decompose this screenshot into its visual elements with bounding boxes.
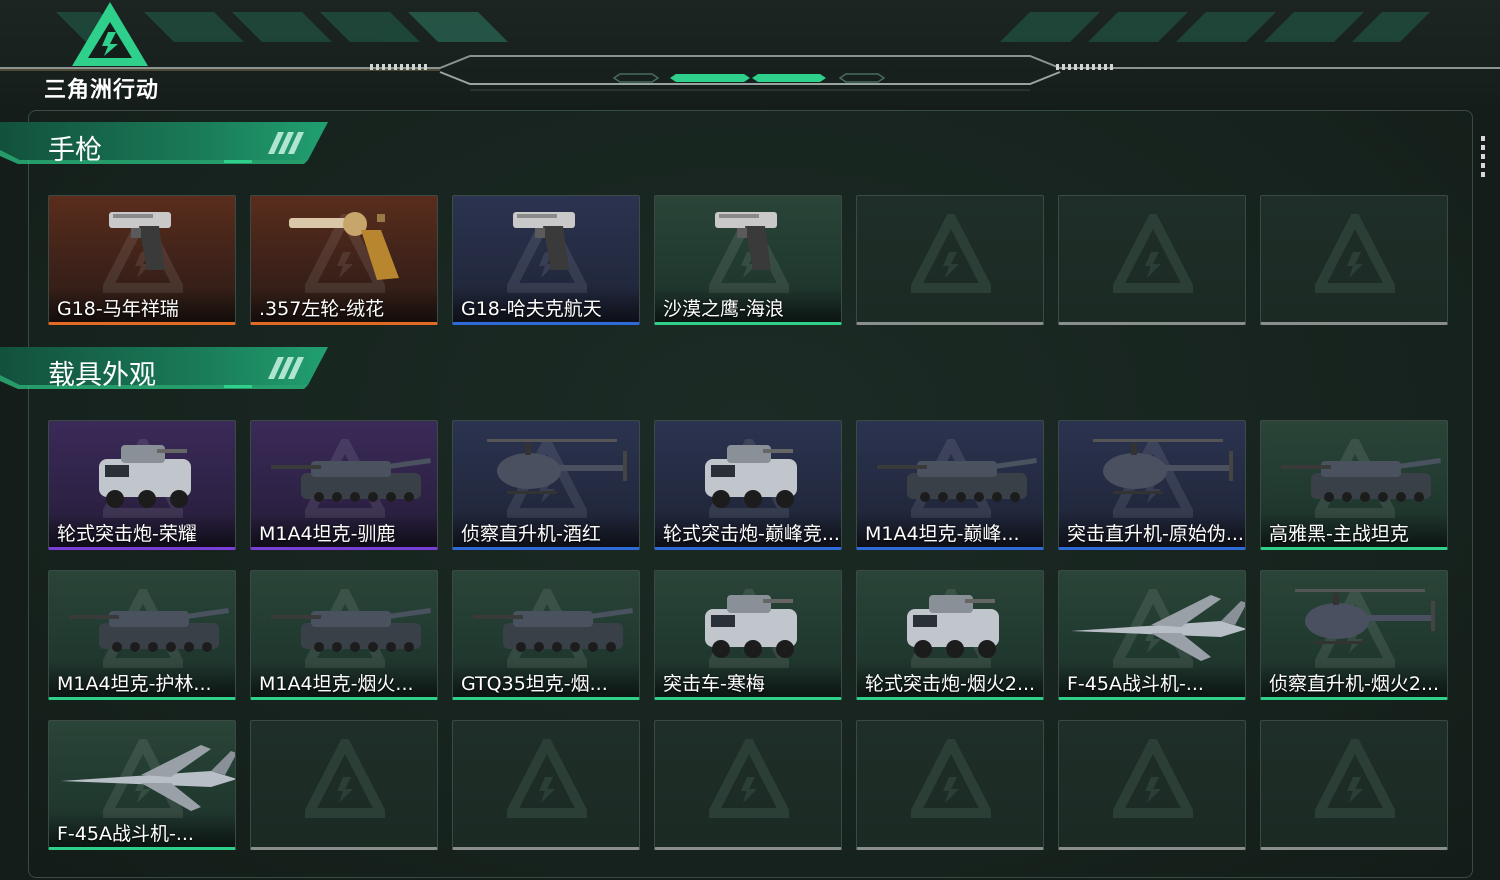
skin-name: F-45A战斗机-... (49, 813, 235, 847)
section-header-pistols: 手枪 (0, 120, 340, 176)
armored-car-icon (705, 445, 797, 508)
skin-card[interactable]: M1A4坦克-烟火... (250, 570, 438, 700)
revolver-icon (289, 212, 399, 280)
tank-icon (271, 608, 431, 652)
placeholder-logo-icon (1315, 739, 1395, 818)
skin-name: GTQ35坦克-烟... (453, 663, 639, 697)
skin-name: 轮式突击炮-巅峰竞... (655, 513, 841, 547)
skin-name: 沙漠之鹰-海浪 (655, 288, 841, 322)
skin-name: M1A4坦克-烟火... (251, 663, 437, 697)
skin-card[interactable]: 突击直升机-原始伪... (1058, 420, 1246, 550)
skin-name: 侦察直升机-酒红 (453, 513, 639, 547)
armored-car-icon (907, 595, 999, 658)
skin-card[interactable]: 轮式突击炮-荣耀 (48, 420, 236, 550)
skin-name: G18-哈夫克航天 (453, 288, 639, 322)
placeholder-logo-icon (1315, 214, 1395, 293)
scrollbar-indicator[interactable] (1481, 136, 1485, 180)
tank-icon (1281, 458, 1441, 502)
skin-card[interactable]: 侦察直升机-烟火2... (1260, 570, 1448, 700)
jet-icon (1071, 595, 1245, 661)
skin-card[interactable]: G18-马年祥瑞 (48, 195, 236, 325)
skin-card[interactable]: G18-哈夫克航天 (452, 195, 640, 325)
tank-icon (877, 458, 1037, 502)
helicopter-icon (487, 439, 627, 494)
skin-name: 高雅黑-主战坦克 (1261, 513, 1447, 547)
skin-card[interactable]: .357左轮-绒花 (250, 195, 438, 325)
section-header-vehicle-skins: 载具外观 (0, 345, 340, 401)
tank-icon (271, 458, 431, 502)
empty-slot[interactable] (856, 195, 1044, 325)
empty-slot[interactable] (856, 720, 1044, 850)
section-title: 载具外观 (48, 360, 156, 391)
skin-card[interactable]: 高雅黑-主战坦克 (1260, 420, 1448, 550)
helicopter-icon (1093, 439, 1233, 494)
skin-card[interactable]: GTQ35坦克-烟... (452, 570, 640, 700)
skin-name: 突击车-寒梅 (655, 663, 841, 697)
skin-card[interactable]: 轮式突击炮-巅峰竞... (654, 420, 842, 550)
armored-car-icon (99, 445, 191, 508)
tank-icon (69, 608, 229, 652)
game-logo-text: 三角洲行动 (44, 78, 160, 103)
header-decoration (0, 12, 1500, 91)
skin-name: M1A4坦克-护林... (49, 663, 235, 697)
placeholder-logo-icon (1113, 214, 1193, 293)
skin-card[interactable]: M1A4坦克-驯鹿 (250, 420, 438, 550)
triangle-logo-icon (72, 2, 148, 66)
placeholder-logo-icon (709, 739, 789, 818)
empty-slot[interactable] (250, 720, 438, 850)
pistol-icon (109, 212, 171, 270)
tank-icon (473, 608, 633, 652)
skin-name: 突击直升机-原始伪... (1059, 513, 1245, 547)
skin-card[interactable]: 沙漠之鹰-海浪 (654, 195, 842, 325)
skin-card[interactable]: M1A4坦克-巅峰... (856, 420, 1044, 550)
placeholder-logo-icon (305, 739, 385, 818)
empty-slot[interactable] (1058, 720, 1246, 850)
skin-name: .357左轮-绒花 (251, 288, 437, 322)
skin-card[interactable]: 突击车-寒梅 (654, 570, 842, 700)
skin-card[interactable]: 轮式突击炮-烟火2... (856, 570, 1044, 700)
placeholder-logo-icon (1113, 739, 1193, 818)
skin-name: 侦察直升机-烟火2... (1261, 663, 1447, 697)
placeholder-logo-icon (507, 739, 587, 818)
skin-card[interactable]: M1A4坦克-护林... (48, 570, 236, 700)
empty-slot[interactable] (1058, 195, 1246, 325)
skin-card[interactable]: F-45A战斗机-... (1058, 570, 1246, 700)
skin-name: M1A4坦克-巅峰... (857, 513, 1043, 547)
skin-name: 轮式突击炮-荣耀 (49, 513, 235, 547)
placeholder-logo-icon (911, 739, 991, 818)
top-header: 三角洲行动 (0, 0, 1500, 110)
skin-name: G18-马年祥瑞 (49, 288, 235, 322)
section-title: 手枪 (48, 135, 102, 166)
empty-slot[interactable] (452, 720, 640, 850)
empty-slot[interactable] (1260, 720, 1448, 850)
empty-slot[interactable] (654, 720, 842, 850)
skin-card[interactable]: F-45A战斗机-... (48, 720, 236, 850)
skin-name: M1A4坦克-驯鹿 (251, 513, 437, 547)
skin-card[interactable]: 侦察直升机-酒红 (452, 420, 640, 550)
pistol-icon (513, 212, 575, 270)
placeholder-logo-icon (911, 214, 991, 293)
helicopter-icon (1295, 589, 1435, 644)
skin-name: F-45A战斗机-... (1059, 663, 1245, 697)
jet-icon (61, 745, 235, 811)
skin-name: 轮式突击炮-烟火2... (857, 663, 1043, 697)
pistol-icon (715, 212, 777, 270)
armored-car-icon (705, 595, 797, 658)
empty-slot[interactable] (1260, 195, 1448, 325)
